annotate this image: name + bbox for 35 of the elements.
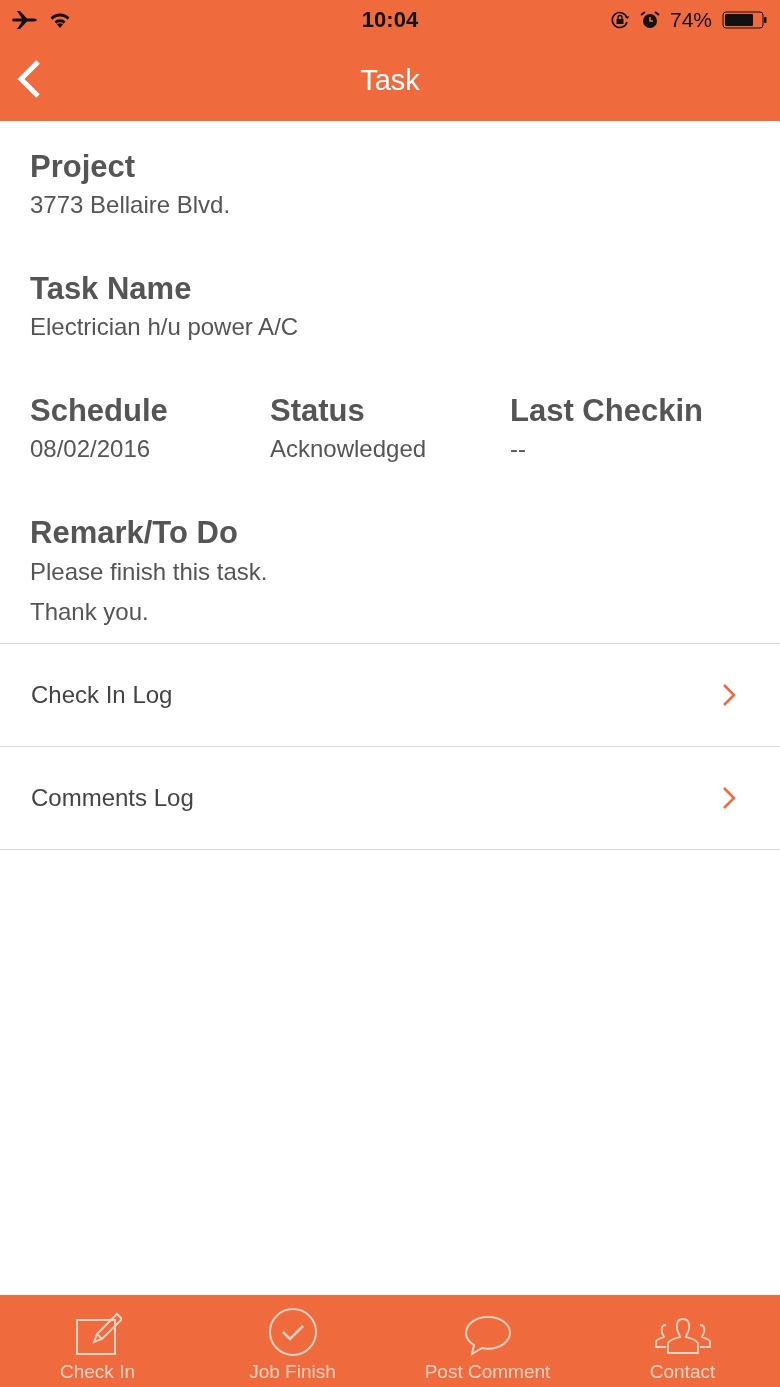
chevron-right-icon <box>722 786 736 810</box>
field-label: Project <box>30 149 137 185</box>
status-time: 10:04 <box>361 7 419 33</box>
alarm-icon <box>639 10 660 30</box>
check-circle-icon <box>267 1307 318 1357</box>
log-row[interactable]: Check In Log <box>0 644 780 747</box>
row-label: Check In Log <box>31 681 173 709</box>
row-label: Comments Log <box>31 784 194 812</box>
field-label: Task Name <box>30 271 193 307</box>
people-icon <box>654 1317 711 1357</box>
rotation-lock-icon <box>609 10 630 30</box>
tab-bar-item[interactable]: Check In <box>0 1295 195 1387</box>
edit-icon <box>73 1311 122 1357</box>
wifi-icon <box>48 11 72 29</box>
field-label: Schedule <box>30 393 169 429</box>
field-label: Last Checkin <box>510 393 704 429</box>
field-label: Remark/To Do <box>30 515 239 551</box>
speech-bubble-icon <box>463 1315 512 1357</box>
remark-text: Please finish this task. <box>30 557 269 587</box>
tab-bar-item[interactable]: Job Finish <box>195 1295 390 1387</box>
field-value: Acknowledged <box>270 435 428 463</box>
chevron-right-icon <box>722 683 736 707</box>
remark-text: Thank you. <box>30 597 150 627</box>
battery-icon <box>722 10 768 30</box>
field-value: Electrician h/u power A/C <box>30 313 300 341</box>
screen-title: Task <box>360 64 420 97</box>
tab-bar-item[interactable]: Post Comment <box>390 1295 585 1387</box>
field-value: -- <box>510 435 527 463</box>
battery-percentage: 74% <box>669 8 712 32</box>
airplane-icon <box>12 10 38 30</box>
tab-bar-item[interactable]: Contact <box>585 1295 780 1387</box>
field-label: Status <box>270 393 366 429</box>
field-value: 3773 Bellaire Blvd. <box>30 191 232 219</box>
log-row[interactable]: Comments Log <box>0 747 780 850</box>
field-value: 08/02/2016 <box>30 435 152 463</box>
